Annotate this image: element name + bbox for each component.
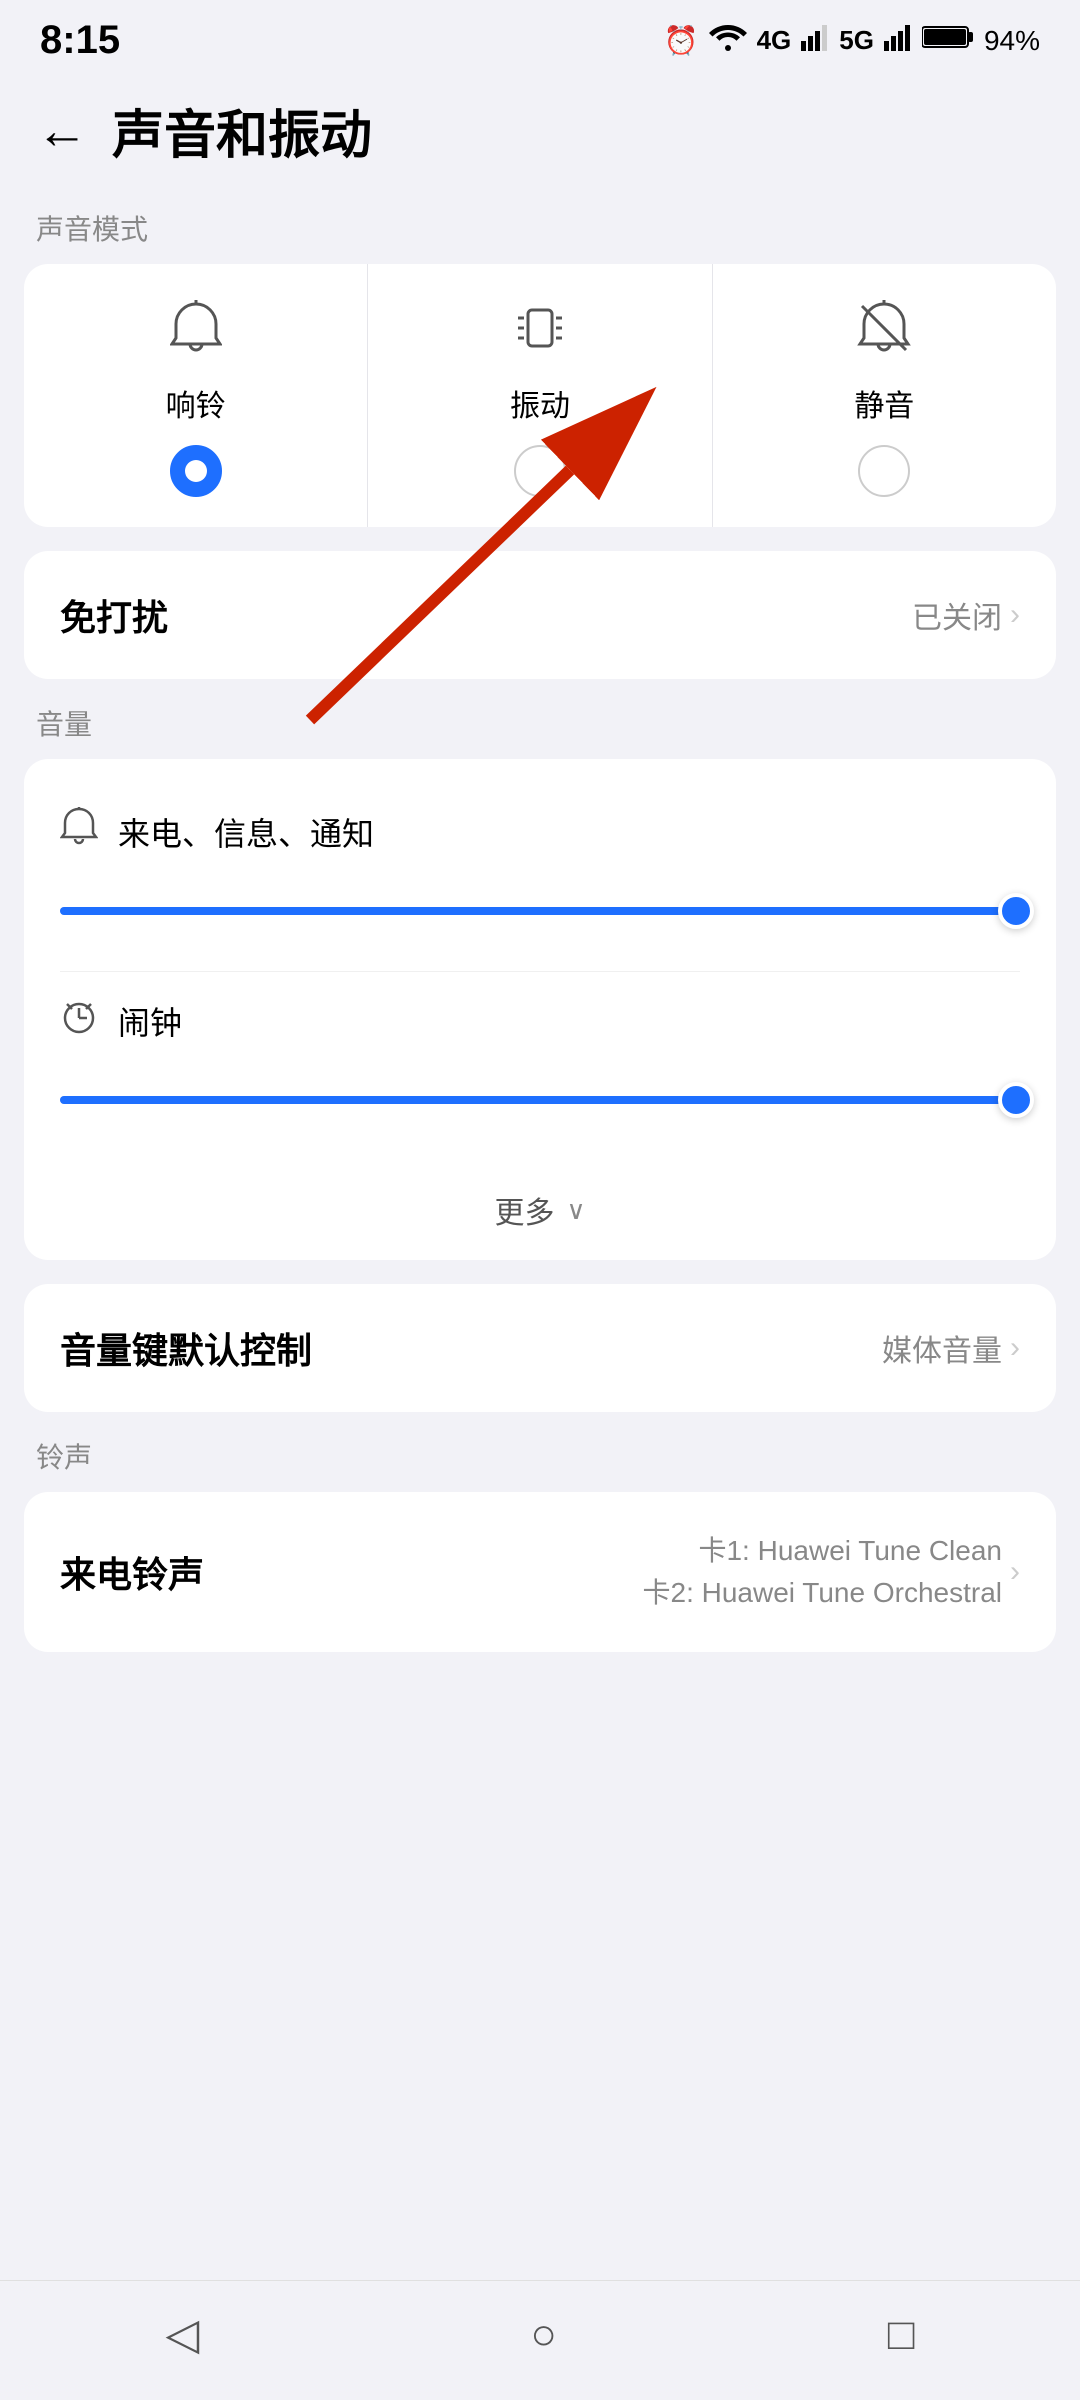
sound-mode-card: 响铃 振动 静音 (24, 264, 1056, 527)
ring-volume-label: 来电、信息、通知 (118, 809, 374, 855)
silent-icon (856, 300, 912, 365)
nav-recent-button[interactable]: □ (888, 2310, 915, 2360)
volume-card: 来电、信息、通知 (24, 759, 1056, 1260)
ringtone-line2: 卡2: Huawei Tune Orchestral (643, 1577, 1003, 1608)
ringtone-section-label: 铃声 (0, 1436, 1080, 1492)
ringtone-info: 卡1: Huawei Tune Clean 卡2: Huawei Tune Or… (643, 1530, 1021, 1614)
silent-label: 静音 (854, 381, 914, 425)
sound-mode-vibrate[interactable]: 振动 (368, 264, 712, 527)
ringtone-chevron: › (1010, 1555, 1020, 1589)
ring-volume-icon (60, 807, 98, 857)
volume-alarm-item: 闹钟 (60, 972, 1020, 1160)
signal2-icon (884, 23, 912, 58)
alarm-volume-icon (60, 996, 98, 1046)
volume-key-chevron: › (1010, 1331, 1020, 1365)
header: ← 声音和振动 (0, 73, 1080, 198)
alarm-volume-slider[interactable] (60, 1070, 1020, 1130)
nav-bar: ◁ ○ □ (0, 2280, 1080, 2400)
volume-ring-item: 来电、信息、通知 (60, 783, 1020, 972)
ringtone-line1: 卡1: Huawei Tune Clean (698, 1535, 1002, 1566)
chevron-down-icon: ∨ (566, 1195, 585, 1226)
more-button[interactable]: 更多 ∨ (60, 1160, 1020, 1260)
silent-radio[interactable] (858, 445, 910, 497)
nav-back-button[interactable]: ◁ (166, 2309, 200, 2360)
signal-icon (801, 23, 829, 58)
wifi-icon (709, 23, 747, 58)
status-time: 8:15 (40, 18, 120, 63)
ring-radio[interactable] (170, 445, 222, 497)
dnd-chevron-right: › (1010, 598, 1020, 632)
sound-mode-ring[interactable]: 响铃 (24, 264, 368, 527)
dnd-title: 免打扰 (60, 589, 168, 641)
dnd-card[interactable]: 免打扰 已关闭 › (24, 551, 1056, 679)
battery-icon (922, 23, 974, 58)
status-bar: 8:15 ⏰ 4G 5G (0, 0, 1080, 73)
ringtone-card[interactable]: 来电铃声 卡1: Huawei Tune Clean 卡2: Huawei Tu… (24, 1492, 1056, 1652)
volume-key-status: 媒体音量 › (882, 1326, 1020, 1370)
page-title: 声音和振动 (112, 93, 372, 168)
network-4g-icon: 4G (757, 25, 792, 56)
volume-key-title: 音量键默认控制 (60, 1322, 312, 1374)
volume-section-label: 音量 (0, 703, 1080, 759)
vibrate-icon (514, 300, 566, 365)
back-button[interactable]: ← (36, 105, 88, 157)
dnd-status: 已关闭 › (912, 593, 1020, 637)
alarm-icon: ⏰ (664, 24, 699, 57)
dnd-status-text: 已关闭 (912, 593, 1002, 637)
battery-percent: 94% (984, 25, 1040, 57)
ringtone-title: 来电铃声 (60, 1546, 204, 1598)
network-5g-icon: 5G (839, 25, 874, 56)
status-icons: ⏰ 4G 5G (664, 23, 1040, 58)
sound-mode-label: 声音模式 (0, 208, 1080, 264)
ring-volume-slider[interactable] (60, 881, 1020, 941)
nav-home-button[interactable]: ○ (530, 2310, 557, 2360)
vibrate-label: 振动 (510, 381, 570, 425)
ringtone-info-text: 卡1: Huawei Tune Clean 卡2: Huawei Tune Or… (643, 1530, 1003, 1614)
more-label: 更多 (494, 1188, 554, 1232)
ring-label: 响铃 (166, 381, 226, 425)
ring-icon (170, 300, 222, 365)
alarm-volume-label: 闹钟 (118, 998, 182, 1044)
vibrate-radio[interactable] (514, 445, 566, 497)
volume-key-card[interactable]: 音量键默认控制 媒体音量 › (24, 1284, 1056, 1412)
sound-mode-silent[interactable]: 静音 (713, 264, 1056, 527)
volume-key-status-text: 媒体音量 (882, 1326, 1002, 1370)
